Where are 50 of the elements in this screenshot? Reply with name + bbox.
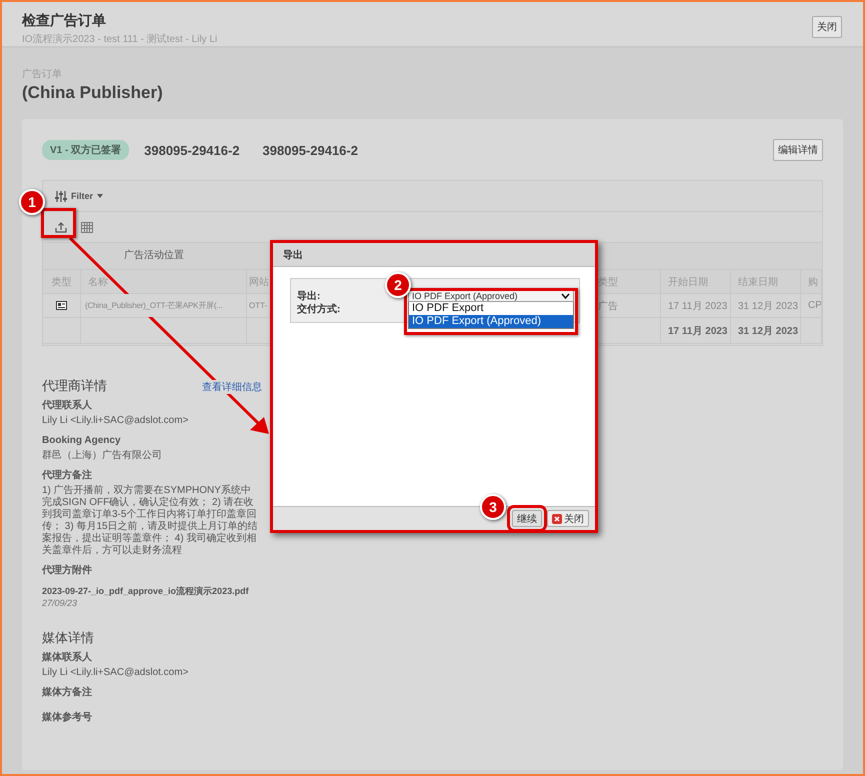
edit-details-button[interactable]: 编辑详情 [773,139,823,161]
field-value: 群邑（上海）广告有限公司 [42,450,163,462]
close-button[interactable]: 关闭 [547,510,589,527]
page-title: 检查广告订单 [22,12,107,30]
chevron-icon [561,293,570,299]
column-header: 开始日期 [661,270,731,293]
attachment-date: 27/09/23 [42,598,78,608]
export-select[interactable]: IO PDF Export (Approved) [408,290,574,302]
field-label: 交付方式: [297,303,340,316]
field-label: 媒体联系人 [42,652,92,664]
total-cell: 31 12月 2023 [731,318,801,343]
table-cell: CP [801,294,822,317]
publisher-name: (China Publisher) [22,83,164,103]
table-cell: 31 12月 2023 [731,294,801,317]
close-icon [552,514,562,524]
dialog-title: 导出 [273,243,595,267]
column-group-header: 广告活动位置 [123,248,185,263]
field-label: Booking Agency [42,435,121,447]
filter-icon [55,190,67,202]
ad-card-icon [56,301,67,310]
field-label: 媒体参考号 [42,712,92,724]
dropdown-option[interactable]: IO PDF Export (Approved) [409,315,573,328]
section-heading: 媒体详情 [42,630,94,645]
details-link[interactable]: 查看详细信息 [202,380,262,394]
highlight-box [41,208,76,238]
field-value: Lily Li <Lily.li+SAC@adslot.com> [42,667,190,679]
field-label: 代理方附件 [42,565,92,577]
status-badge: V1 - 双方已签署 [42,140,130,160]
column-header: 结束日期 [731,270,801,293]
dropdown-option[interactable]: IO PDF Export [409,302,573,315]
attachment-file[interactable]: 2023-09-27-_io_pdf_approve_io流程演示2023.pdf [42,585,249,598]
order-number: 398095-29416-2 [144,142,240,158]
field-label: 代理方备注 [42,470,92,482]
field-value: 1) 广告开播前，双方需要在SYMPHONY系统中完成SIGN OFF确认，确认定位有效； 2) 请在收到我司盖章订单3-5个工作日内将订单打印盖章回传； 3) 每月15日之前，请及时提供上月订单的结案报告，提出证明等盖章件； 4) 我司确定收到相关盖章件后，方可以走财务流程 [42,485,259,557]
export-icon[interactable] [55,222,67,232]
field-label: 代理联系人 [42,400,92,412]
section-heading: 代理商详情 [42,378,107,393]
column-header: 类型 [43,270,81,293]
column-header: 购 [801,270,822,293]
filter-dropdown[interactable]: Filter [71,191,104,201]
page-subtitle: IO流程演示2023 - test 111 - 测试test - Lily Li [22,32,218,46]
close-button[interactable]: 关闭 [812,16,842,38]
column-header: 名称 [81,270,247,293]
order-number: 398095-29416-2 [262,142,358,158]
table-cell: 17 11月 2023 [661,294,731,317]
total-cell: 17 11月 2023 [661,318,731,343]
caret-icon [97,194,104,198]
field-label: 媒体方备注 [42,687,92,699]
field-value: Lily Li <Lily.li+SAC@adslot.com> [42,415,190,427]
grid-icon[interactable] [81,222,93,232]
